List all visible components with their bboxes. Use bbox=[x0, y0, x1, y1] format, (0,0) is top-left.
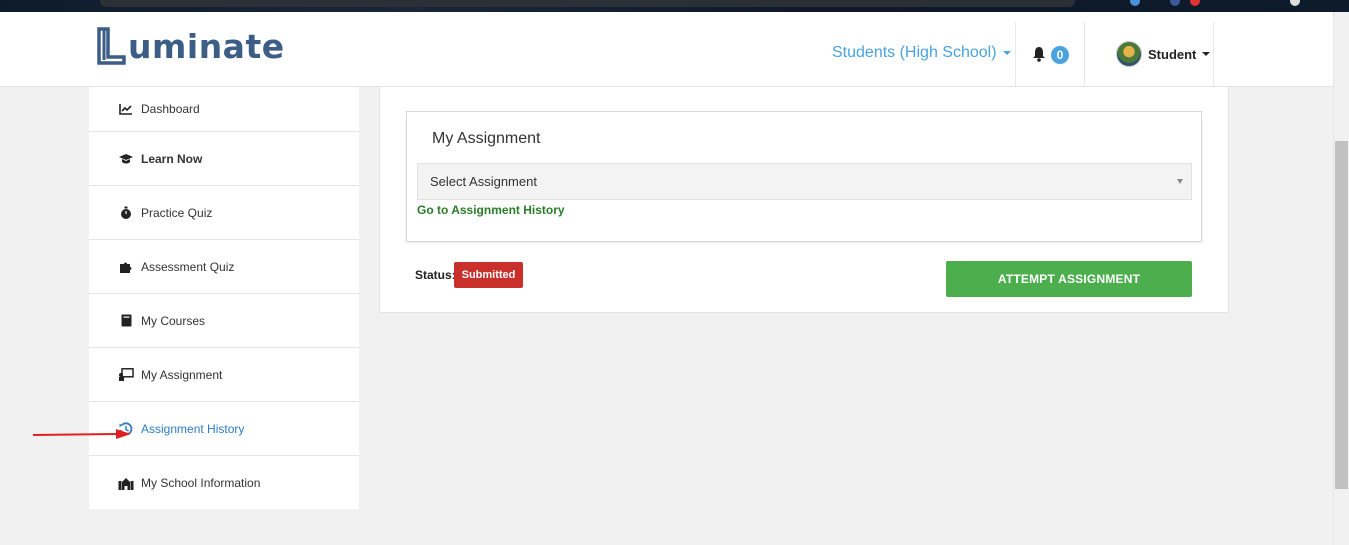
assignment-history-link[interactable]: Go to Assignment History bbox=[417, 203, 565, 217]
logo-mark-icon bbox=[96, 27, 126, 65]
dropdown-arrow-icon bbox=[1177, 179, 1183, 184]
chevron-down-icon bbox=[1202, 52, 1211, 56]
bell-icon[interactable] bbox=[1031, 46, 1047, 62]
book-icon bbox=[118, 314, 134, 328]
sidebar-item-dashboard[interactable]: Dashboard bbox=[89, 87, 359, 132]
status-label: Status: bbox=[415, 268, 456, 282]
sidebar-item-label: My Courses bbox=[141, 313, 206, 328]
sidebar-item-assessment-quiz[interactable]: Assessment Quiz bbox=[89, 240, 359, 294]
sidebar-item-label: Assessment Quiz bbox=[141, 259, 235, 274]
puzzle-icon bbox=[118, 260, 134, 274]
stopwatch-icon bbox=[118, 206, 134, 220]
sidebar: Dashboard Learn Now Practice Quiz Assess… bbox=[89, 87, 359, 509]
role-dropdown[interactable]: Students (High School) bbox=[832, 44, 1011, 62]
user-menu[interactable]: Student bbox=[1116, 41, 1211, 67]
notification-count-badge[interactable]: 0 bbox=[1051, 46, 1069, 64]
sidebar-item-practice-quiz[interactable]: Practice Quiz bbox=[89, 186, 359, 240]
browser-top-strip bbox=[0, 0, 1349, 12]
chart-line-icon bbox=[118, 102, 134, 116]
role-label: Students (High School) bbox=[832, 44, 997, 61]
red-arrow-icon bbox=[32, 429, 131, 439]
sidebar-item-label: Learn Now bbox=[141, 151, 203, 166]
attempt-assignment-button[interactable]: ATTEMPT ASSIGNMENT bbox=[946, 261, 1192, 297]
school-icon bbox=[118, 476, 134, 490]
header-divider bbox=[1084, 22, 1085, 86]
top-header: uminate Students (High School) 0 Student bbox=[0, 12, 1333, 87]
logo-text: uminate bbox=[128, 26, 285, 66]
sidebar-item-my-assignment[interactable]: My Assignment bbox=[89, 348, 359, 402]
sidebar-item-label: My Assignment bbox=[141, 367, 223, 382]
luminate-logo[interactable]: uminate bbox=[96, 24, 285, 68]
sidebar-item-learn-now[interactable]: Learn Now bbox=[89, 132, 359, 186]
sidebar-item-my-courses[interactable]: My Courses bbox=[89, 294, 359, 348]
sidebar-item-label: My School Information bbox=[141, 476, 261, 490]
status-badge: Submitted bbox=[454, 262, 523, 288]
assignment-card: My Assignment Select Assignment Go to As… bbox=[406, 111, 1202, 242]
sidebar-item-label: Practice Quiz bbox=[141, 205, 213, 220]
assignment-select[interactable]: Select Assignment bbox=[417, 163, 1192, 200]
teacher-board-icon bbox=[118, 368, 134, 382]
sidebar-item-label: Dashboard bbox=[141, 102, 200, 116]
page-scrollbar-thumb[interactable] bbox=[1335, 141, 1348, 489]
card-title: My Assignment bbox=[432, 130, 541, 147]
graduation-cap-icon bbox=[118, 152, 134, 166]
sidebar-item-label: Assignment History bbox=[141, 421, 245, 436]
avatar bbox=[1116, 41, 1142, 67]
select-value: Select Assignment bbox=[430, 174, 537, 189]
header-divider bbox=[1213, 22, 1214, 86]
chevron-down-icon bbox=[1002, 51, 1011, 55]
user-name: Student bbox=[1148, 46, 1197, 62]
sidebar-item-my-school-information[interactable]: My School Information bbox=[89, 456, 359, 510]
header-divider bbox=[1015, 22, 1016, 86]
